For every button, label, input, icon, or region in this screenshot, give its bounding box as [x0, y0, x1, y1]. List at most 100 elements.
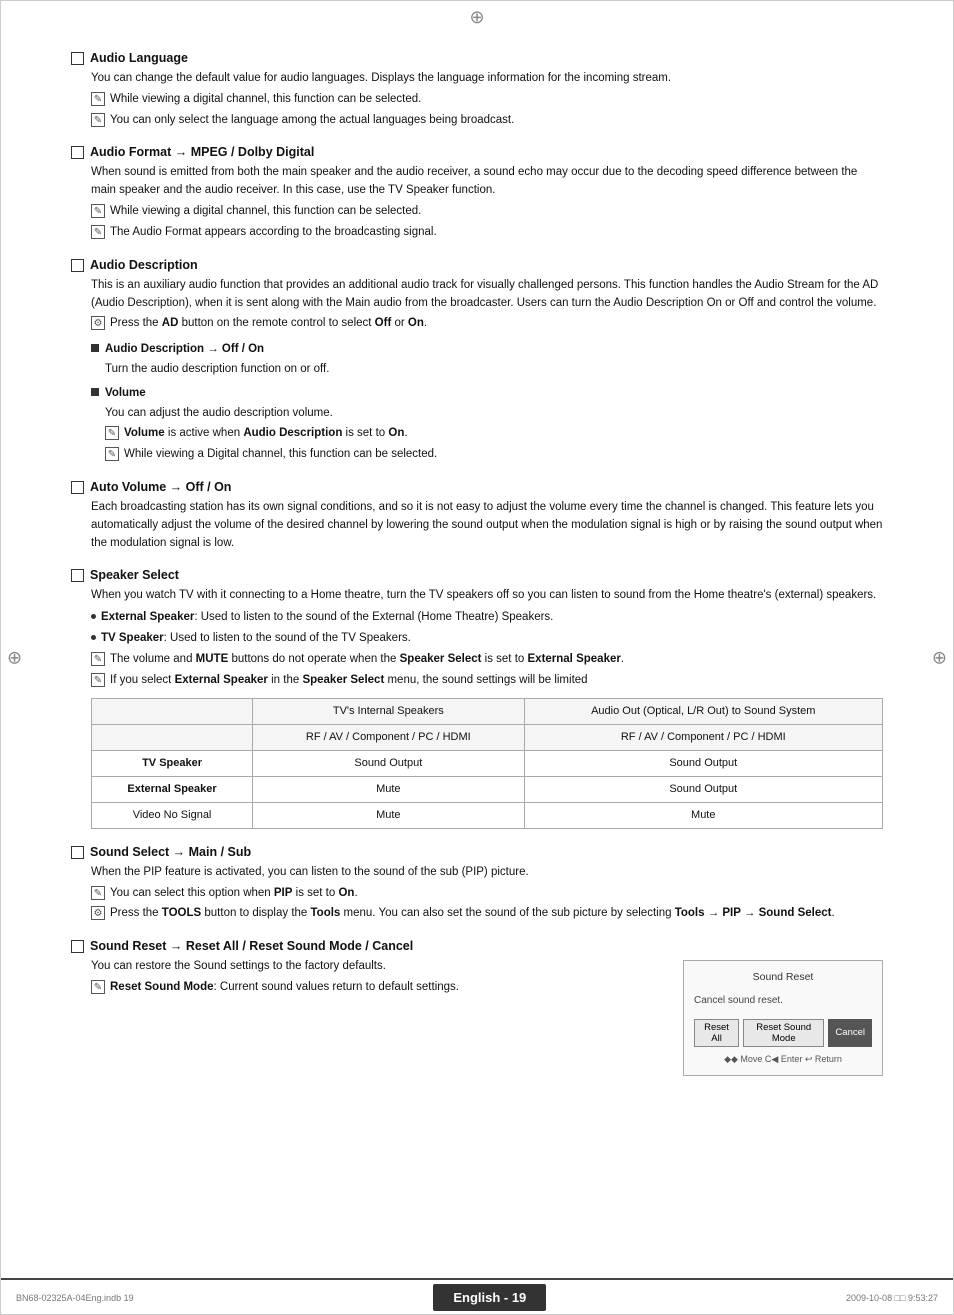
square-icon [91, 388, 99, 396]
section-audio-language: Audio Language You can change the defaul… [71, 51, 883, 129]
cancel-button[interactable]: Cancel [828, 1019, 872, 1047]
section-audio-description: Audio Description This is an auxiliary a… [71, 258, 883, 464]
body-text: When you watch TV with it connecting to … [91, 587, 883, 605]
section-title-auto-volume: Auto Volume → Off / On [71, 480, 883, 494]
table-cell-sound-output-3: Sound Output [524, 776, 882, 802]
pencil-icon [91, 980, 105, 994]
pencil-icon [91, 113, 105, 127]
pencil-icon [91, 652, 105, 666]
table-cell-external-speaker: External Speaker [92, 776, 253, 802]
section-title-audio-description: Audio Description [71, 258, 883, 272]
note-text: While viewing a digital channel, this fu… [110, 91, 421, 109]
note-text: You can only select the language among t… [110, 112, 514, 130]
table-header-empty [92, 698, 253, 724]
title-text: Sound Reset → Reset All / Reset Sound Mo… [90, 939, 413, 953]
title-text: Speaker Select [90, 568, 179, 582]
table-row: Video No Signal Mute Mute [92, 802, 883, 828]
section-title-speaker-select: Speaker Select [71, 568, 883, 582]
pencil-icon [105, 426, 119, 440]
footer-doc-number: BN68-02325A-04Eng.indb 19 [16, 1293, 134, 1303]
tools-icon [91, 906, 105, 920]
bullet-dot-icon [91, 614, 96, 619]
pencil-icon [91, 204, 105, 218]
note-1: While viewing a digital channel, this fu… [91, 203, 883, 221]
subsection-body: Turn the audio description function on o… [105, 361, 883, 379]
footer-page-label: English - 19 [433, 1284, 546, 1311]
subsection-title-text: Volume [105, 385, 146, 403]
crosshair-top-icon: ⊕ [469, 7, 484, 28]
note-tools: Press the AD button on the remote contro… [91, 315, 883, 333]
section-auto-volume: Auto Volume → Off / On Each broadcasting… [71, 480, 883, 552]
note-1: While viewing a digital channel, this fu… [91, 91, 883, 109]
body-text: When the PIP feature is activated, you c… [91, 864, 883, 882]
table-cell-mute-3: Mute [524, 802, 882, 828]
section-sound-select: Sound Select → Main / Sub When the PIP f… [71, 845, 883, 923]
note-text: You can select this option when PIP is s… [110, 885, 358, 903]
title-text: Sound Select → Main / Sub [90, 845, 251, 859]
body-text: This is an auxiliary audio function that… [91, 277, 883, 313]
section-body-sound-select: When the PIP feature is activated, you c… [91, 864, 883, 923]
note-2: The Audio Format appears according to th… [91, 224, 883, 242]
table-header-audio-out: Audio Out (Optical, L/R Out) to Sound Sy… [524, 698, 882, 724]
section-title-audio-language: Audio Language [71, 51, 883, 65]
note-text: Press the TOOLS button to display the To… [110, 905, 835, 923]
subsection-title-text: Audio Description → Off / On [105, 341, 264, 359]
footer-date: 2009-10-08 □□ 9:53:27 [846, 1293, 938, 1303]
body-text: Each broadcasting station has its own si… [91, 499, 883, 552]
table-subheader-rf2: RF / AV / Component / PC / HDMI [524, 724, 882, 750]
note-text: The volume and MUTE buttons do not opera… [110, 651, 624, 669]
section-body-audio-language: You can change the default value for aud… [91, 70, 883, 129]
title-text: Audio Language [90, 51, 188, 65]
bullet-tv: TV Speaker: Used to listen to the sound … [91, 630, 883, 648]
table-cell-video-no-signal: Video No Signal [92, 802, 253, 828]
checkbox-icon [71, 52, 84, 65]
pencil-icon [91, 92, 105, 106]
sound-reset-buttons-group: Reset All Reset Sound Mode Cancel [694, 1019, 872, 1047]
sound-reset-dialog: Sound Reset Cancel sound reset. Reset Al… [683, 960, 883, 1076]
section-title-audio-format: Audio Format → MPEG / Dolby Digital [71, 145, 883, 159]
section-sound-reset: Sound Reset → Reset All / Reset Sound Mo… [71, 939, 883, 1076]
body-text: You can change the default value for aud… [91, 70, 883, 88]
reset-sound-mode-button[interactable]: Reset Sound Mode [743, 1019, 824, 1047]
table-header-internal: TV's Internal Speakers [253, 698, 524, 724]
section-audio-format: Audio Format → MPEG / Dolby Digital When… [71, 145, 883, 241]
checkbox-icon [71, 481, 84, 494]
note-1: You can select this option when PIP is s… [91, 885, 883, 903]
section-body-sound-reset: Sound Reset Cancel sound reset. Reset Al… [91, 958, 883, 997]
crosshair-left-icon: ⊕ [7, 647, 22, 668]
note-2: You can only select the language among t… [91, 112, 883, 130]
note-text: The Audio Format appears according to th… [110, 224, 437, 242]
section-speaker-select: Speaker Select When you watch TV with it… [71, 568, 883, 828]
pencil-icon [91, 673, 105, 687]
table-row: External Speaker Mute Sound Output [92, 776, 883, 802]
table-cell-tv-speaker: TV Speaker [92, 750, 253, 776]
volume-body-text: You can adjust the audio description vol… [105, 405, 883, 423]
checkbox-icon [71, 846, 84, 859]
table-cell-mute-1: Mute [253, 776, 524, 802]
section-title-sound-reset: Sound Reset → Reset All / Reset Sound Mo… [71, 939, 883, 953]
body-text: When sound is emitted from both the main… [91, 164, 883, 200]
table-subheader-rf1: RF / AV / Component / PC / HDMI [253, 724, 524, 750]
checkbox-icon [71, 259, 84, 272]
pencil-icon [91, 225, 105, 239]
bullet-text: TV Speaker: Used to listen to the sound … [101, 630, 411, 648]
title-text: Audio Format → MPEG / Dolby Digital [90, 145, 314, 159]
bullet-text: External Speaker: Used to listen to the … [101, 609, 553, 627]
note-text: Press the AD button on the remote contro… [110, 315, 427, 333]
tools-icon [91, 316, 105, 330]
note-text: Volume is active when Audio Description … [124, 425, 408, 443]
checkbox-icon [71, 146, 84, 159]
square-icon [91, 344, 99, 352]
reset-all-button[interactable]: Reset All [694, 1019, 739, 1047]
note-text: Reset Sound Mode: Current sound values r… [110, 979, 459, 997]
table-cell-sound-output-2: Sound Output [524, 750, 882, 776]
subsection-volume-body: You can adjust the audio description vol… [105, 405, 883, 464]
title-text: Auto Volume → Off / On [90, 480, 231, 494]
sound-reset-message: Cancel sound reset. [694, 993, 872, 1009]
section-body-auto-volume: Each broadcasting station has its own si… [91, 499, 883, 552]
note-text: If you select External Speaker in the Sp… [110, 672, 588, 690]
section-body-audio-description: This is an auxiliary audio function that… [91, 277, 883, 464]
crosshair-right-icon: ⊕ [932, 647, 947, 668]
table-cell-mute-2: Mute [253, 802, 524, 828]
pencil-icon [91, 886, 105, 900]
